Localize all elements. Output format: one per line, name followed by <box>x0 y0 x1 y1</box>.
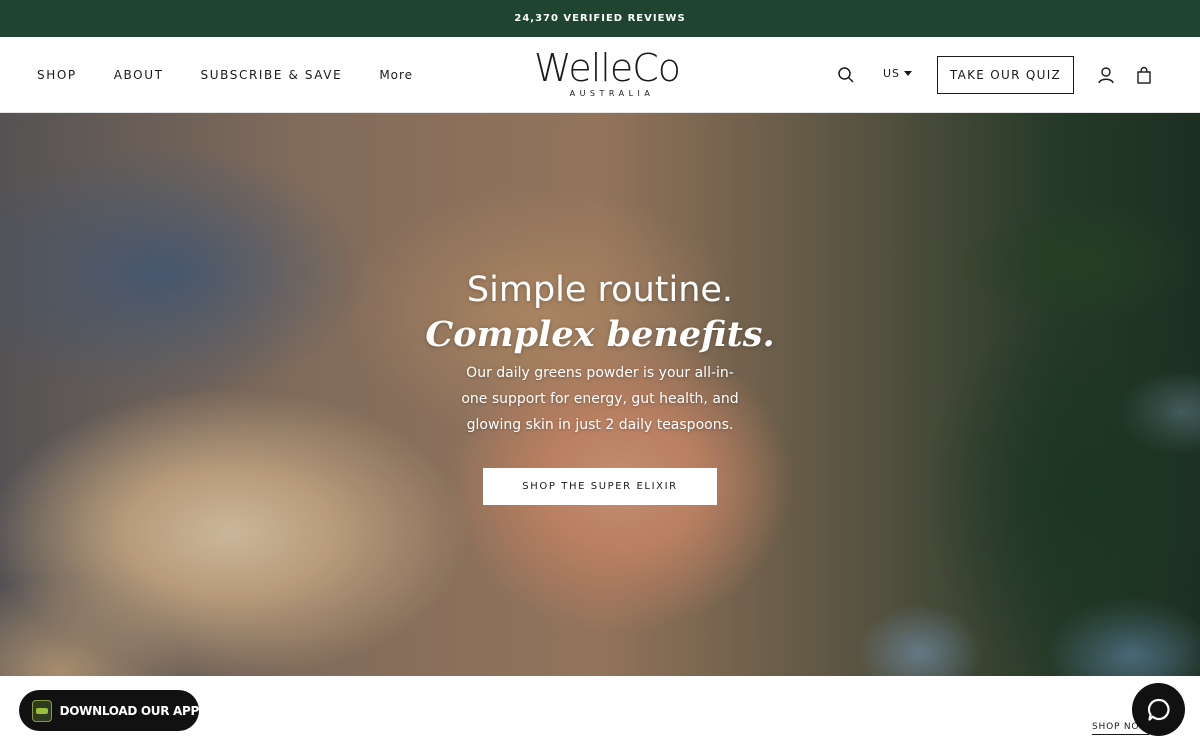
download-app-button[interactable]: DOWNLOAD OUR APP <box>19 690 199 731</box>
app-logo-icon <box>32 699 52 722</box>
download-app-label: DOWNLOAD OUR APP <box>59 703 200 718</box>
nav-more[interactable]: More <box>379 68 413 82</box>
logo-subtitle: AUSTRALIA <box>569 89 655 98</box>
logo-wordmark: WelleCo <box>534 46 681 90</box>
nav-shop[interactable]: SHOP <box>37 68 77 82</box>
country-label: US <box>883 67 901 80</box>
hero-content: Simple routine. Complex benefits. Our da… <box>400 268 800 505</box>
announcement-text: 24,370 VERIFIED REVIEWS <box>514 13 686 24</box>
hero-headline: Simple routine. <box>466 270 734 310</box>
nav-about[interactable]: ABOUT <box>114 68 164 82</box>
announcement-bar: 24,370 VERIFIED REVIEWS <box>0 0 1200 37</box>
cart-button[interactable] <box>1134 65 1154 85</box>
shop-super-elixir-button[interactable]: SHOP THE SUPER ELIXIR <box>483 468 717 505</box>
hero-description: Our daily greens powder is your all-in-o… <box>461 365 739 433</box>
nav-subscribe-save[interactable]: SUBSCRIBE & SAVE <box>201 68 343 82</box>
chat-button[interactable] <box>1132 683 1185 736</box>
user-icon <box>1098 67 1114 84</box>
caret-down-icon <box>904 71 913 76</box>
account-button[interactable] <box>1096 65 1116 85</box>
chat-bubble-icon <box>1147 698 1170 721</box>
hero-banner: Simple routine. Complex benefits. Our da… <box>0 113 1200 676</box>
site-header: SHOP ABOUT SUBSCRIBE & SAVE More WelleCo… <box>0 37 1200 113</box>
main-nav: SHOP ABOUT SUBSCRIBE & SAVE More <box>37 37 450 113</box>
search-button[interactable] <box>836 65 856 85</box>
site-logo[interactable]: WelleCo AUSTRALIA <box>534 46 681 101</box>
take-quiz-button[interactable]: TAKE OUR QUIZ <box>937 56 1074 94</box>
hero-headline-italic: Complex benefits. <box>425 314 775 355</box>
search-icon <box>838 67 854 83</box>
country-selector[interactable]: US <box>883 67 913 80</box>
shopping-bag-icon <box>1137 66 1151 84</box>
